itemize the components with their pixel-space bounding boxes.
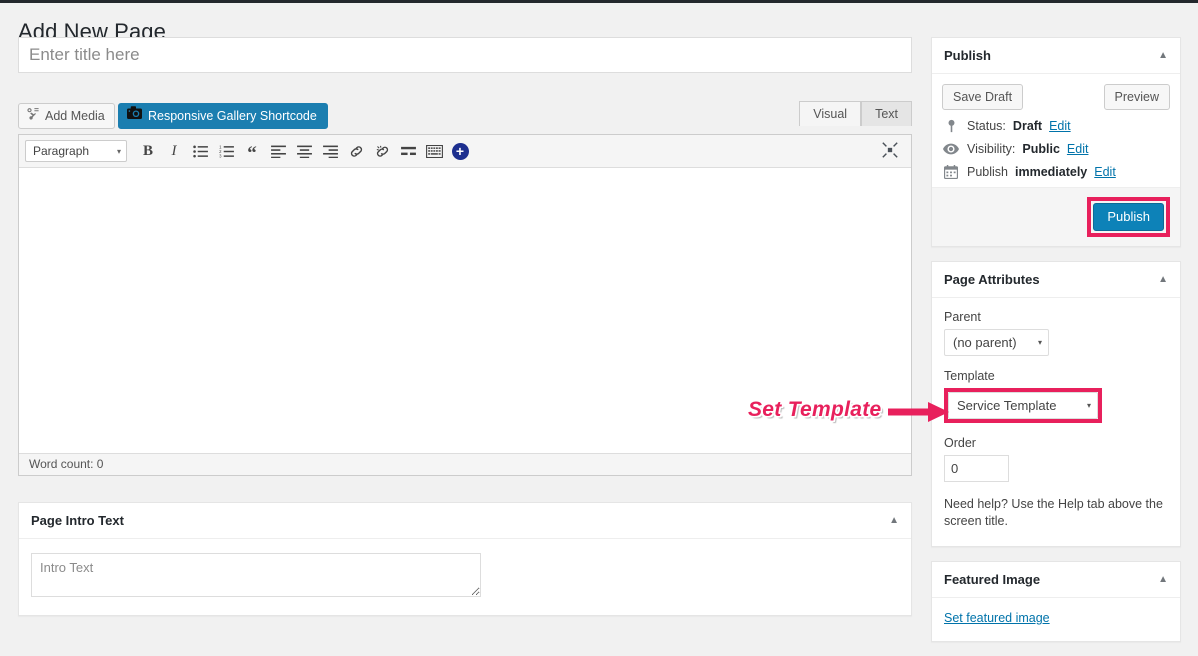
italic-icon[interactable]: I xyxy=(161,138,187,164)
page-attributes-title: Page Attributes xyxy=(944,272,1040,287)
add-block-glyph: + xyxy=(451,142,469,160)
parent-label: Parent xyxy=(944,310,981,324)
publish-panel-body: Save Draft Preview Status: Draft Edit Vi… xyxy=(932,74,1180,187)
paragraph-format-value: Paragraph xyxy=(33,144,90,158)
parent-select[interactable]: (no parent) ▾ xyxy=(944,329,1049,356)
tab-text[interactable]: Text xyxy=(861,101,912,126)
tab-visual[interactable]: Visual xyxy=(799,101,862,126)
align-left-icon[interactable] xyxy=(265,138,291,164)
add-media-icon xyxy=(26,104,40,128)
featured-image-body: Set featured image xyxy=(932,598,1180,641)
visibility-label: Visibility: xyxy=(967,142,1016,156)
template-select[interactable]: Service Template ▾ xyxy=(948,392,1098,419)
publish-panel-header: Publish ▲ xyxy=(932,38,1180,74)
save-draft-button[interactable]: Save Draft xyxy=(942,84,1024,110)
bold-icon[interactable]: B xyxy=(135,138,161,164)
bulleted-list-icon[interactable] xyxy=(187,138,213,164)
chevron-down-icon: ▾ xyxy=(116,146,121,156)
publish-panel-title: Publish xyxy=(944,48,991,63)
preview-button[interactable]: Preview xyxy=(1103,84,1170,110)
word-count-status: Word count: 0 xyxy=(19,453,911,475)
publish-date-edit-link[interactable]: Edit xyxy=(1094,165,1116,179)
publish-date-value: immediately xyxy=(1015,165,1088,179)
annotation-label: Set Template xyxy=(748,398,882,421)
responsive-gallery-shortcode-button[interactable]: Responsive Gallery Shortcode xyxy=(118,103,328,129)
publish-action-buttons: Save Draft Preview xyxy=(942,84,1170,110)
status-label: Status: xyxy=(967,119,1006,133)
calendar-icon xyxy=(942,165,960,179)
publish-button[interactable]: Publish xyxy=(1093,203,1164,231)
chevron-up-icon[interactable]: ▲ xyxy=(889,515,899,526)
page-intro-text-body xyxy=(19,539,911,615)
order-label: Order xyxy=(944,436,976,450)
add-media-label: Add Media xyxy=(45,109,105,123)
blockquote-icon[interactable]: “ xyxy=(239,138,265,164)
align-right-icon[interactable] xyxy=(317,138,343,164)
editor-media-row: Add Media Responsive Gallery Shortcode V… xyxy=(18,101,912,129)
arrow-right-icon xyxy=(888,399,950,430)
align-center-icon[interactable] xyxy=(291,138,317,164)
publish-button-highlight: Publish xyxy=(1087,197,1170,237)
chevron-down-icon: ▾ xyxy=(1037,338,1042,347)
visibility-edit-link[interactable]: Edit xyxy=(1067,142,1089,156)
remove-link-icon[interactable] xyxy=(369,138,395,164)
numbered-list-icon[interactable]: 1 2 3 xyxy=(213,138,239,164)
visibility-value: Public xyxy=(1022,142,1060,156)
chevron-up-icon[interactable]: ▲ xyxy=(1158,50,1168,61)
main-column: Add Media Responsive Gallery Shortcode V… xyxy=(18,37,912,616)
sidebar-column: Publish ▲ Save Draft Preview Status: Dra… xyxy=(931,37,1181,656)
publish-panel: Publish ▲ Save Draft Preview Status: Dra… xyxy=(931,37,1181,247)
page-attributes-header: Page Attributes ▲ xyxy=(932,262,1180,298)
insert-link-icon[interactable] xyxy=(343,138,369,164)
editor-toolbar: Paragraph ▾ B I 1 2 3 “ + xyxy=(19,135,911,168)
page-intro-text-title: Page Intro Text xyxy=(31,513,124,528)
publish-date-row: Publish immediately Edit xyxy=(942,165,1170,179)
admin-page-wrap: Add New Page Add Media xyxy=(0,3,1198,642)
parent-select-value: (no parent) xyxy=(953,335,1017,350)
status-edit-link[interactable]: Edit xyxy=(1049,119,1071,133)
eye-icon xyxy=(942,143,960,155)
post-title-input[interactable] xyxy=(18,37,912,73)
toolbar-toggle-icon[interactable] xyxy=(421,138,447,164)
intro-text-textarea[interactable] xyxy=(31,553,481,597)
page-attributes-panel: Page Attributes ▲ Parent (no parent) ▾ T… xyxy=(931,261,1181,547)
template-label: Template xyxy=(944,369,995,383)
distraction-free-icon[interactable] xyxy=(881,141,901,161)
svg-text:3: 3 xyxy=(219,153,222,157)
publish-date-label: Publish xyxy=(967,165,1008,179)
chevron-up-icon[interactable]: ▲ xyxy=(1158,574,1168,585)
template-select-highlight: Service Template ▾ xyxy=(944,388,1102,423)
status-row: Status: Draft Edit xyxy=(942,119,1170,133)
insert-more-tag-icon[interactable] xyxy=(395,138,421,164)
status-value: Draft xyxy=(1012,119,1043,133)
add-media-button[interactable]: Add Media xyxy=(18,103,115,129)
set-featured-image-link[interactable]: Set featured image xyxy=(944,611,1050,625)
editor-mode-tabs: Visual Text xyxy=(799,101,912,126)
responsive-gallery-shortcode-label: Responsive Gallery Shortcode xyxy=(148,109,317,123)
paragraph-format-select[interactable]: Paragraph ▾ xyxy=(25,140,127,162)
chevron-up-icon[interactable]: ▲ xyxy=(1158,274,1168,285)
editor-box: Paragraph ▾ B I 1 2 3 “ + Word count: 0 xyxy=(18,134,912,476)
visibility-row: Visibility: Public Edit xyxy=(942,142,1170,156)
featured-image-title: Featured Image xyxy=(944,572,1041,587)
featured-image-header: Featured Image ▲ xyxy=(932,562,1180,598)
order-input[interactable] xyxy=(944,455,1009,482)
featured-image-panel: Featured Image ▲ Set featured image xyxy=(931,561,1181,642)
page-attributes-help-text: Need help? Use the Help tab above the sc… xyxy=(944,497,1163,528)
camera-icon xyxy=(127,104,142,128)
publish-panel-footer: Publish xyxy=(932,187,1180,246)
page-intro-text-header: Page Intro Text ▲ xyxy=(19,503,911,539)
page-attributes-body: Parent (no parent) ▾ Template Service Te… xyxy=(932,298,1180,546)
add-block-icon[interactable]: + xyxy=(447,138,473,164)
page-intro-text-panel: Page Intro Text ▲ xyxy=(18,502,912,616)
pin-icon xyxy=(942,119,960,133)
